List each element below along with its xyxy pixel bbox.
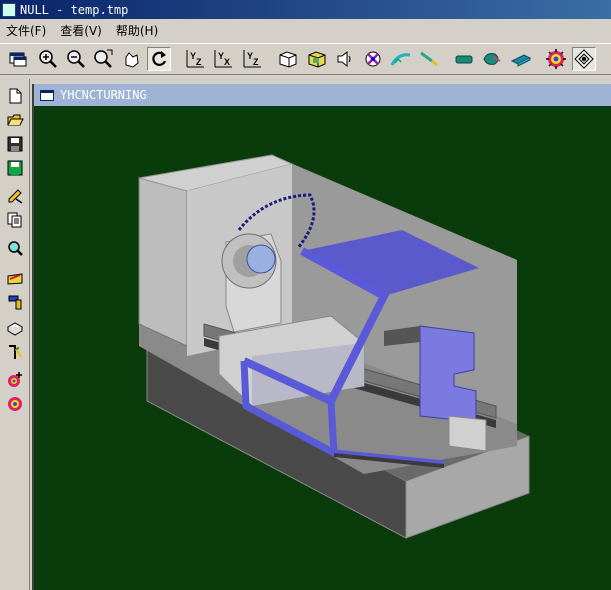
menu-bar: 文件(F) 查看(V) 帮助(H) [0, 19, 611, 41]
new-file-icon[interactable] [4, 85, 26, 107]
view-yx-icon[interactable]: YX [211, 47, 235, 71]
edit-icon[interactable] [4, 185, 26, 207]
svg-text:X: X [224, 57, 230, 67]
view-xz-icon[interactable]: YZ [240, 47, 264, 71]
menu-help[interactable]: 帮助(H) [116, 22, 158, 39]
document-title-bar: YHCNCTURNING [34, 84, 611, 106]
view-iso-2-icon[interactable] [305, 47, 329, 71]
gear-1-icon[interactable] [544, 47, 568, 71]
save-icon[interactable] [4, 133, 26, 155]
gear-2-icon[interactable] [572, 47, 596, 71]
tool-path-icon[interactable] [389, 47, 413, 71]
rotate-icon[interactable] [147, 47, 171, 71]
new-window-icon[interactable] [6, 47, 30, 71]
menu-view[interactable]: 查看(V) [60, 22, 102, 39]
document-window-icon [40, 89, 54, 101]
settings-icon[interactable] [4, 393, 26, 415]
zoom-window-icon[interactable] [91, 47, 115, 71]
save-as-icon[interactable] [4, 157, 26, 179]
open-program-icon[interactable] [4, 267, 26, 289]
svg-text:Z: Z [253, 57, 259, 67]
document-window: YHCNCTURNING [32, 84, 611, 590]
zoom-in-icon[interactable] [36, 47, 60, 71]
sound-icon[interactable] [333, 47, 357, 71]
title-bar: NULL - temp.tmp [0, 0, 611, 19]
3d-viewport[interactable] [34, 106, 611, 590]
add-icon[interactable] [4, 369, 26, 391]
document-title: YHCNCTURNING [60, 88, 147, 102]
main-toolbar: YZ YX YZ [0, 43, 611, 75]
side-toolbar [0, 79, 30, 590]
open-file-icon[interactable] [4, 109, 26, 131]
pan-icon[interactable] [119, 47, 143, 71]
zoom-out-icon[interactable] [64, 47, 88, 71]
measure-icon[interactable] [4, 341, 26, 363]
copy-icon[interactable] [4, 209, 26, 231]
view-yz-icon[interactable]: YZ [183, 47, 207, 71]
tool-select-icon[interactable] [4, 291, 26, 313]
svg-text:Z: Z [196, 57, 202, 67]
shape-2-icon[interactable] [480, 47, 504, 71]
shape-3-icon[interactable] [509, 47, 533, 71]
view-iso-1-icon[interactable] [276, 47, 300, 71]
axis-icon[interactable] [361, 47, 385, 71]
tool-icon[interactable] [417, 47, 441, 71]
app-icon [2, 2, 16, 17]
search-icon[interactable] [4, 237, 26, 259]
shape-1-icon[interactable] [452, 47, 476, 71]
menu-file[interactable]: 文件(F) [6, 22, 46, 39]
window-title: NULL - temp.tmp [20, 2, 129, 17]
workpiece-icon[interactable] [4, 317, 26, 339]
